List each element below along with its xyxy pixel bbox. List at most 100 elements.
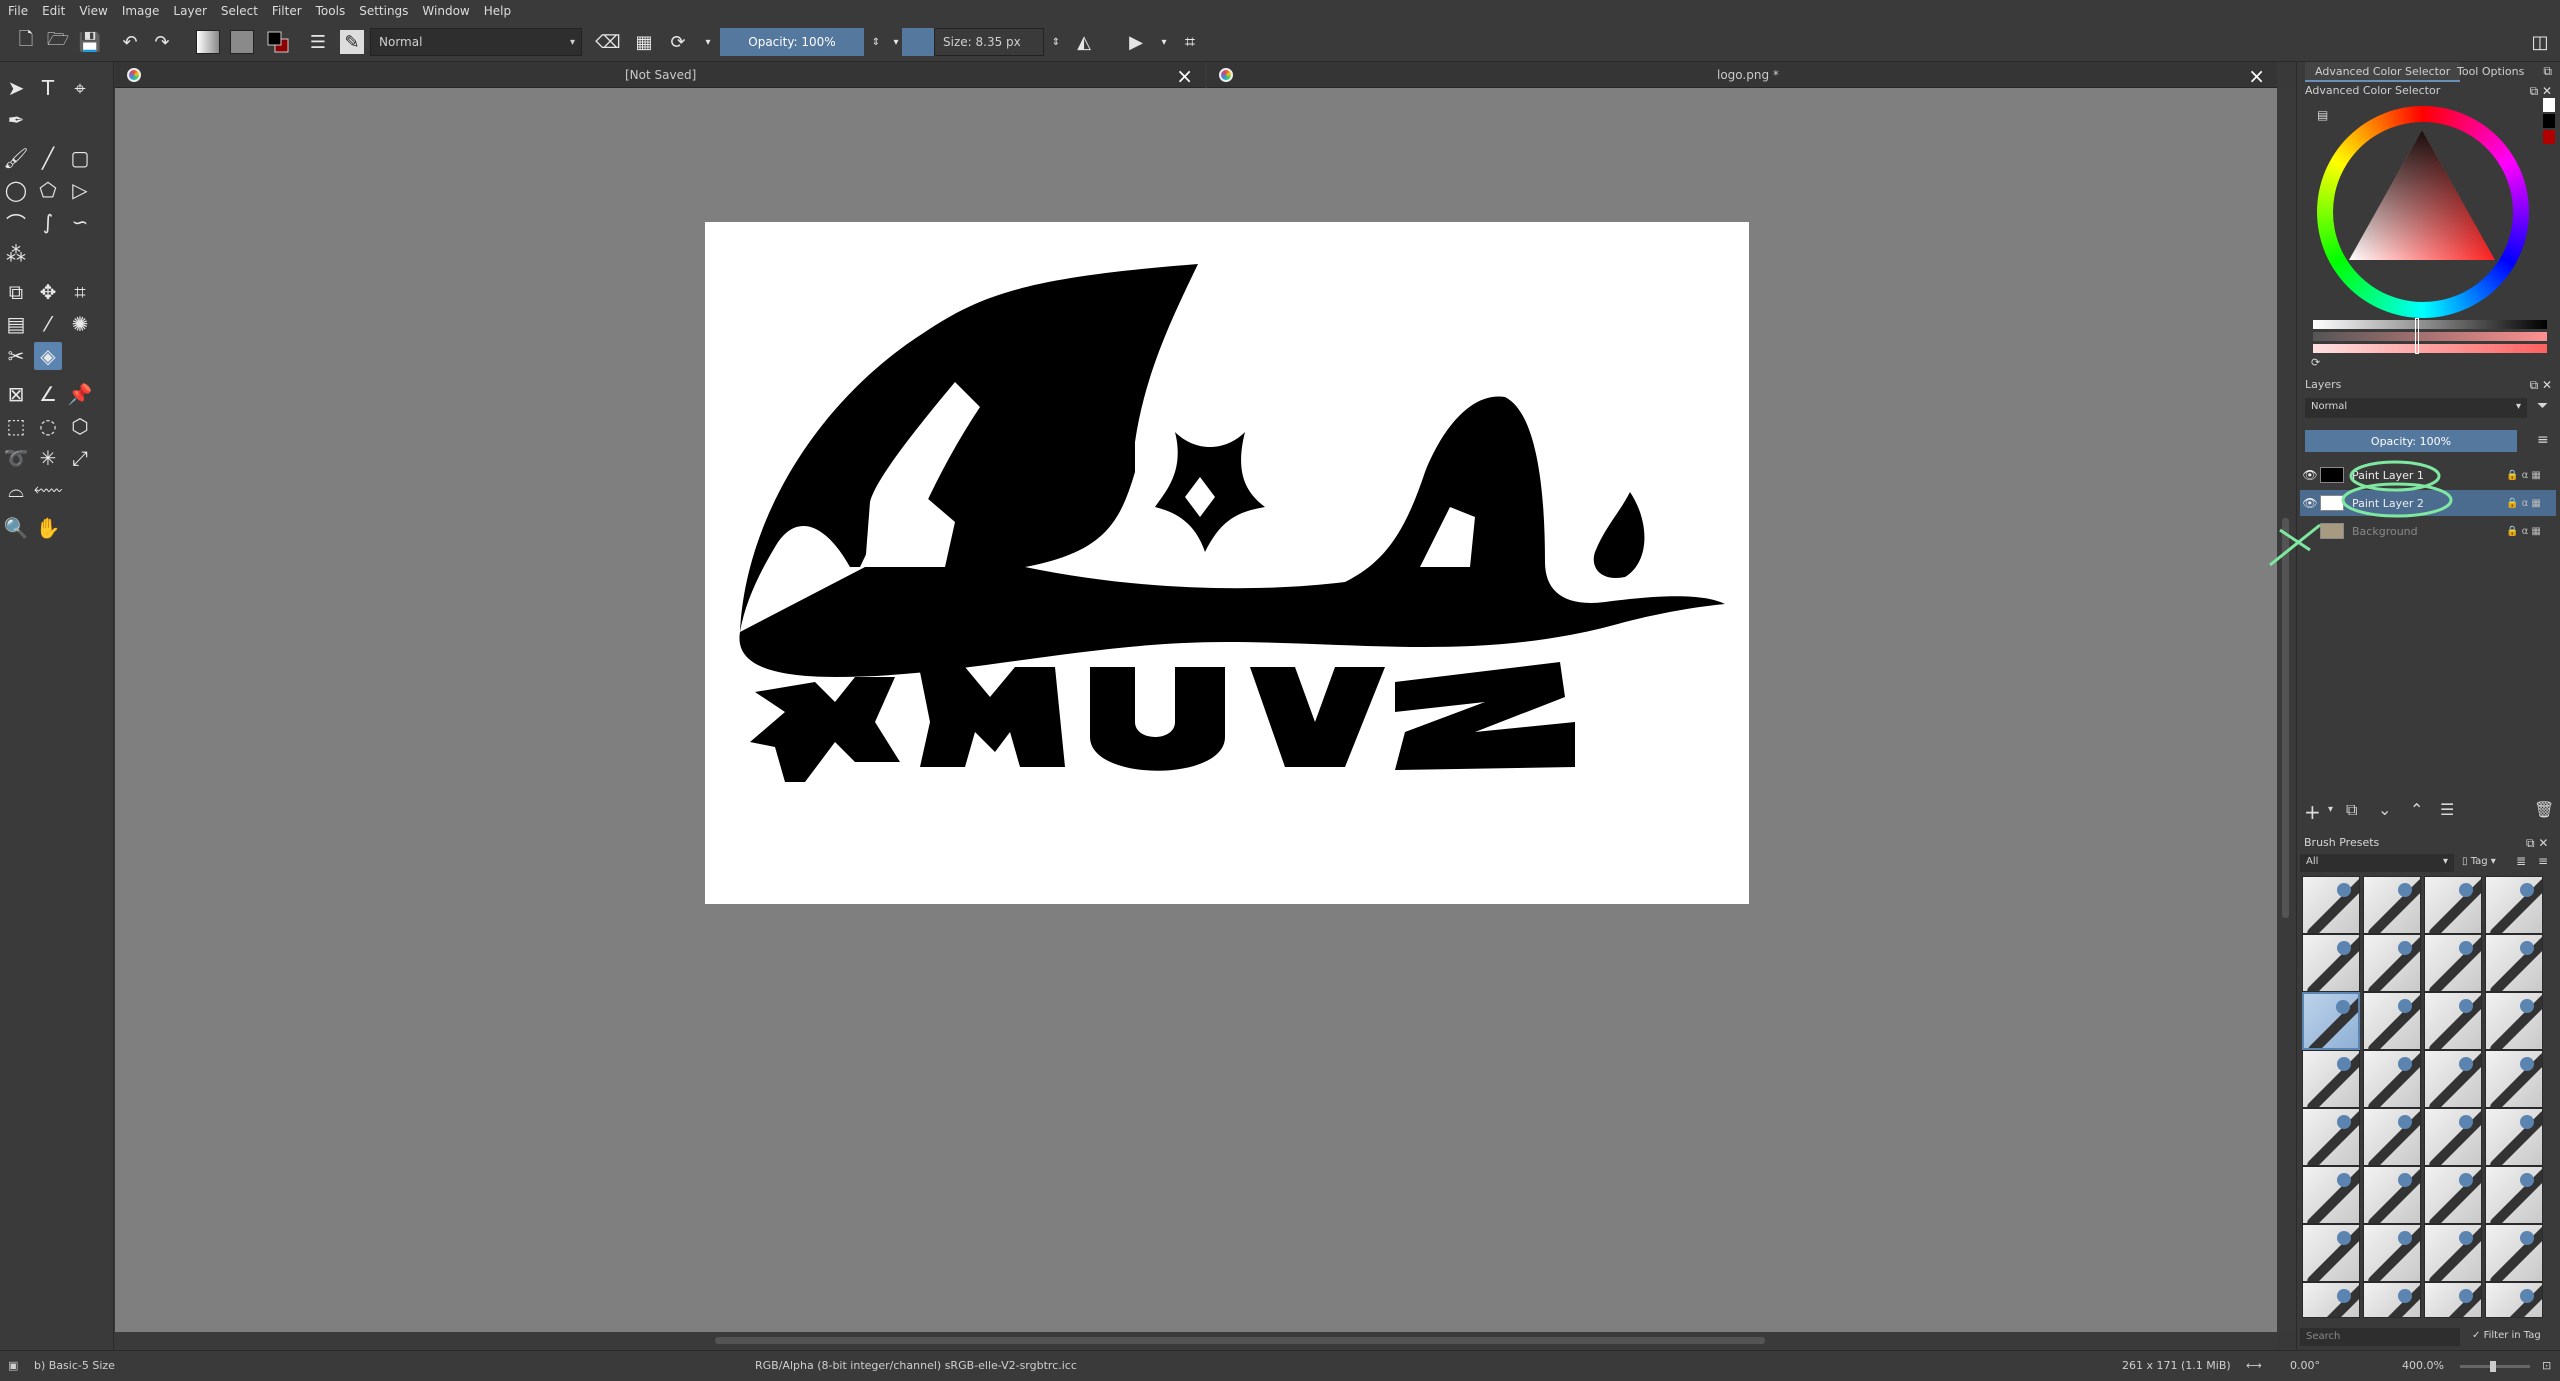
zoom-slider[interactable] (2460, 1361, 2530, 1372)
brush-preset-item[interactable] (2485, 1282, 2543, 1318)
vertical-scrollbar[interactable] (2277, 88, 2295, 1332)
redo-icon[interactable]: ↷ (150, 30, 174, 54)
text-tool-icon[interactable]: T (34, 74, 62, 102)
add-layer-dropdown-icon[interactable]: ▾ (2328, 804, 2333, 815)
fg-color-swatch[interactable] (2543, 114, 2555, 128)
duplicate-layer-icon[interactable]: ⧉ (2346, 800, 2357, 820)
move-layer-up-icon[interactable]: ⌃ (2410, 800, 2423, 819)
current-brush-preset-icon[interactable]: ✎ (340, 30, 364, 54)
brush-preset-item[interactable] (2363, 1050, 2421, 1108)
pattern-swatch-icon[interactable] (230, 30, 254, 54)
tab-logo[interactable]: logo.png * × (1207, 62, 2277, 88)
fit-icon[interactable]: ⊡ (2542, 1359, 2551, 1372)
color-selector-menu-icon[interactable]: ▤ (2317, 108, 2328, 122)
brush-preset-item[interactable] (2424, 876, 2482, 934)
mirror-vertical-icon[interactable]: ▶ (1124, 30, 1148, 54)
brush-preset-item[interactable] (2424, 1282, 2482, 1318)
menu-layer[interactable]: Layer (173, 4, 206, 18)
horizontal-scrollbar[interactable] (115, 1332, 2277, 1350)
similar-color-selection-tool-icon[interactable]: ⤢ (66, 444, 94, 472)
freehand-path-tool-icon[interactable]: ∫ (34, 208, 62, 236)
slider-handle[interactable] (2415, 318, 2419, 354)
polygon-tool-icon[interactable]: ⬠ (34, 176, 62, 204)
layers-blend-select[interactable]: Normal ▾ (2305, 398, 2527, 418)
bg-color-swatch[interactable] (2543, 98, 2555, 112)
brush-preset-item[interactable] (2485, 992, 2543, 1050)
move-layer-down-icon[interactable]: ⌄ (2378, 800, 2391, 819)
undo-icon[interactable]: ↶ (118, 30, 142, 54)
menu-file[interactable]: File (8, 4, 28, 18)
saturation-triangle[interactable] (2337, 120, 2507, 270)
close-icon[interactable]: ⧉ ✕ (2530, 84, 2552, 99)
calligraphy-tool-icon[interactable]: ✒ (2, 106, 30, 134)
brush-preset-item[interactable] (2363, 934, 2421, 992)
brush-preset-item[interactable] (2485, 1166, 2543, 1224)
brush-preset-item[interactable] (2363, 1108, 2421, 1166)
brush-preset-item[interactable] (2424, 934, 2482, 992)
brush-preset-item[interactable] (2302, 992, 2360, 1050)
brush-preset-item[interactable] (2485, 934, 2543, 992)
brush-preset-item[interactable] (2485, 1050, 2543, 1108)
brush-preset-item[interactable] (2363, 1166, 2421, 1224)
delete-layer-icon[interactable]: 🗑 (2534, 800, 2554, 819)
elliptical-selection-tool-icon[interactable]: ◌ (34, 412, 62, 440)
close-icon[interactable]: ⧉ ✕ (2530, 378, 2552, 393)
tab-tool-options[interactable]: Tool Options (2447, 62, 2534, 82)
value-slider[interactable] (2313, 320, 2547, 329)
tab-not-saved[interactable]: [Not Saved] × (115, 62, 1205, 88)
brush-preset-item[interactable] (2302, 1224, 2360, 1282)
select-shapes-tool-icon[interactable]: ➤ (2, 74, 30, 102)
layers-menu-icon[interactable]: ≡ (2537, 432, 2549, 448)
add-layer-icon[interactable]: + (2304, 800, 2321, 824)
menu-help[interactable]: Help (484, 4, 511, 18)
brush-preset-item[interactable] (2302, 934, 2360, 992)
menu-settings[interactable]: Settings (359, 4, 408, 18)
brush-preset-item[interactable] (2424, 1166, 2482, 1224)
filter-in-tag-checkbox[interactable]: ✓ Filter in Tag (2472, 1330, 2541, 1341)
rectangle-tool-icon[interactable]: ▢ (66, 144, 94, 172)
menu-select[interactable]: Select (221, 4, 258, 18)
brush-preset-item[interactable] (2363, 1282, 2421, 1318)
ellipse-tool-icon[interactable]: ◯ (2, 176, 30, 204)
gradient-swatch-icon[interactable] (196, 30, 220, 54)
brush-preset-item[interactable] (2485, 876, 2543, 934)
brush-preset-item[interactable] (2485, 1108, 2543, 1166)
wrap-around-icon[interactable]: ⌗ (1178, 30, 1202, 54)
lightness-slider[interactable] (2313, 344, 2547, 353)
new-document-icon[interactable]: 🗋 (14, 29, 38, 54)
workspace-icon[interactable]: ◫ (2528, 30, 2552, 54)
freehand-selection-tool-icon[interactable]: ➰ (2, 444, 30, 472)
pan-tool-icon[interactable]: ✋ (34, 514, 62, 542)
assistant-tool-icon[interactable]: ⊠ (2, 380, 30, 408)
tab-advanced-color-selector[interactable]: Advanced Color Selector (2305, 62, 2461, 82)
brush-status-icon[interactable]: ▣ (8, 1359, 18, 1372)
brush-settings-icon[interactable]: ☰ (306, 30, 330, 54)
layers-opacity-slider[interactable]: Opacity: 100% (2305, 430, 2517, 452)
document-canvas[interactable] (705, 222, 1749, 904)
layer-flags-icon[interactable]: 🔒 α ▦ (2506, 498, 2556, 509)
open-document-icon[interactable]: 🗁 (46, 29, 70, 54)
save-icon[interactable]: 💾 (78, 30, 102, 54)
dynamic-brush-tool-icon[interactable]: ∽ (66, 208, 94, 236)
refresh-icon[interactable]: ⟳ (2311, 356, 2320, 369)
layer-flags-icon[interactable]: 🔒 α ▦ (2506, 470, 2556, 481)
recent-color-swatch[interactable] (2543, 130, 2555, 144)
menu-filter[interactable]: Filter (272, 4, 302, 18)
preserve-alpha-icon[interactable]: ▦ (632, 30, 656, 54)
brush-menu-icon[interactable]: ≡ (2538, 854, 2548, 868)
brush-preset-item[interactable] (2302, 1166, 2360, 1224)
brush-preset-item[interactable] (2424, 992, 2482, 1050)
zoom-tool-icon[interactable]: 🔍 (2, 514, 30, 542)
contiguous-selection-tool-icon[interactable]: ✳ (34, 444, 62, 472)
brush-preset-item[interactable] (2302, 1108, 2360, 1166)
view-mode-icon[interactable]: ≣ (2516, 854, 2526, 868)
close-icon[interactable]: ⧉ ✕ (2526, 836, 2548, 851)
mirror-horizontal-icon[interactable]: ◭ (1072, 30, 1096, 54)
filter-icon[interactable]: ⏷ (2537, 398, 2548, 414)
brush-preset-item[interactable] (2424, 1108, 2482, 1166)
brush-preset-item[interactable] (2302, 1050, 2360, 1108)
polygonal-selection-tool-icon[interactable]: ⬡ (66, 412, 94, 440)
magnetic-selection-tool-icon[interactable]: ⬳ (34, 476, 63, 504)
fg-bg-color-icon[interactable] (266, 30, 290, 54)
menu-edit[interactable]: Edit (42, 4, 65, 18)
